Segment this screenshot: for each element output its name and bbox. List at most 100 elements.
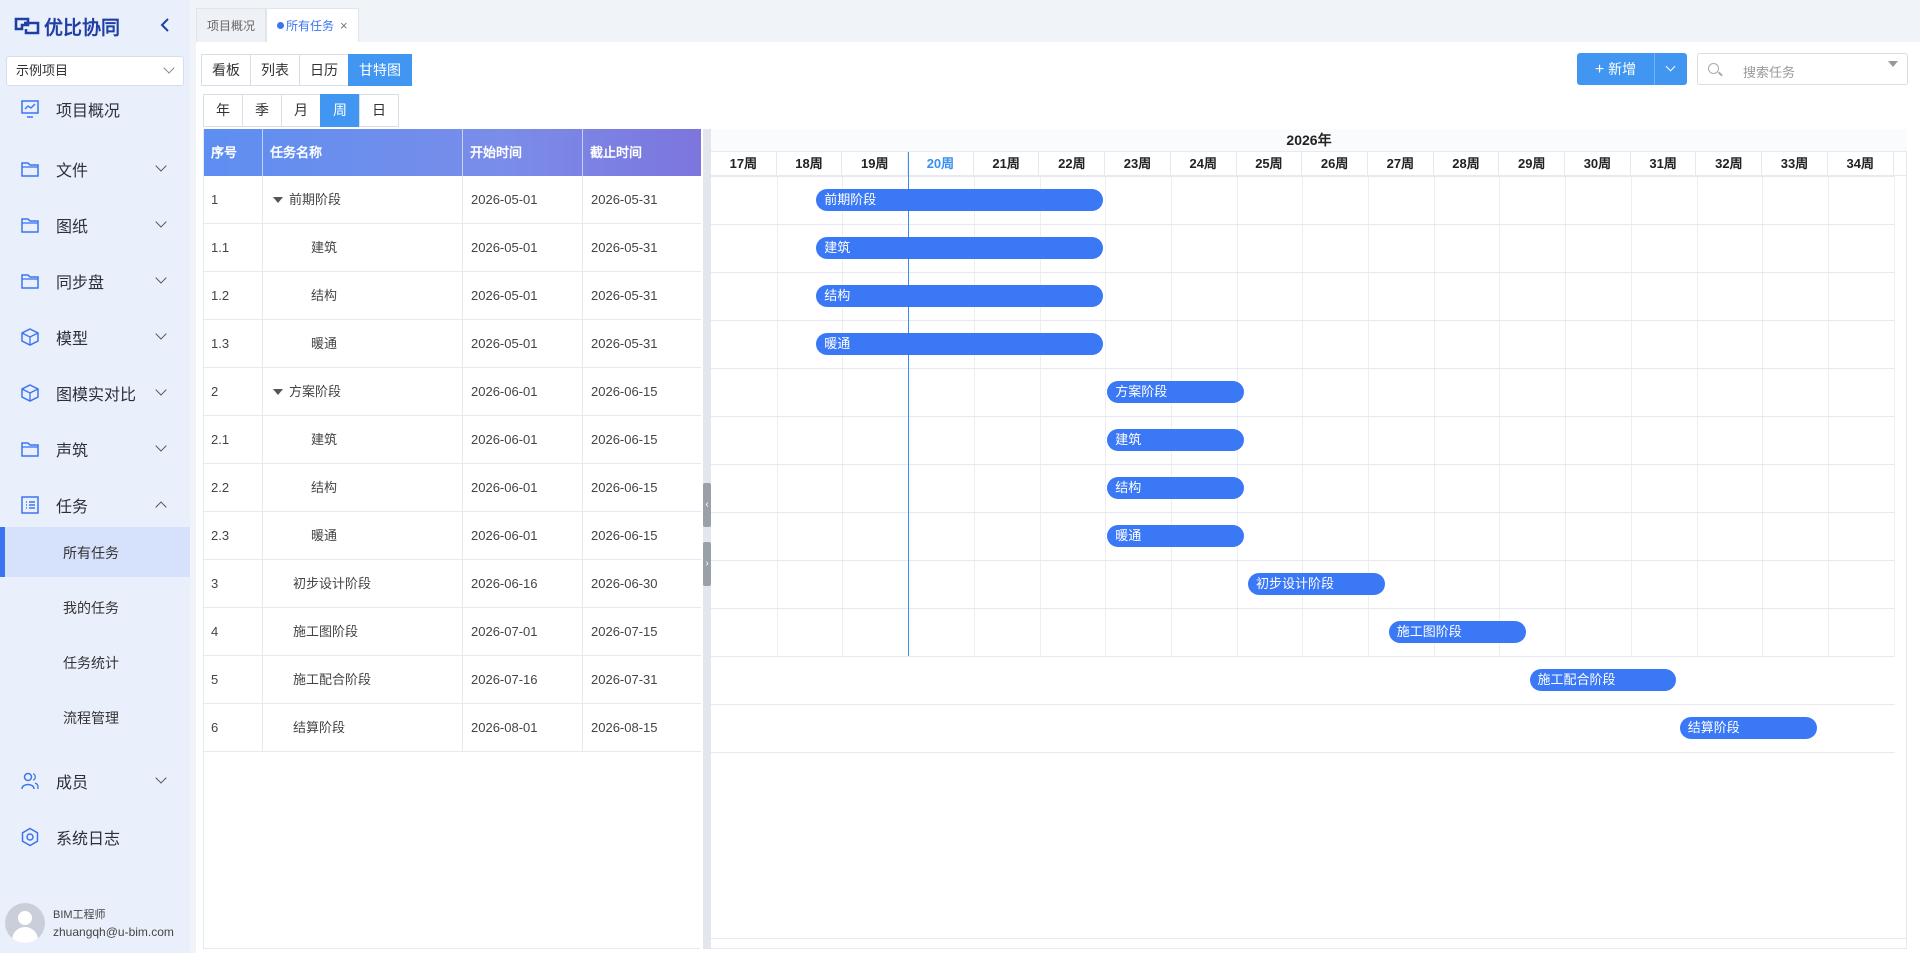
table-row[interactable]: 2.3 暖通 2026-06-01 2026-06-15 (204, 512, 701, 560)
gantt-week-label: 18周 (777, 152, 843, 176)
sidebar-item-project-overview[interactable]: 项目概况 (0, 89, 190, 129)
cell-index-text: 1.3 (211, 336, 230, 351)
cell-end-date: 2026-08-15 (583, 704, 701, 752)
table-row[interactable]: 1.1 建筑 2026-05-01 2026-05-31 (204, 224, 701, 272)
table-row[interactable]: 1.2 结构 2026-05-01 2026-05-31 (204, 272, 701, 320)
column-header[interactable]: 开始时间 (463, 129, 583, 176)
column-header[interactable]: 截止时间 (583, 129, 701, 176)
column-header[interactable]: 任务名称 (263, 129, 463, 176)
cell-end-date-text: 2026-06-30 (591, 576, 658, 591)
sidebar-subitem-workflow-management[interactable]: 流程管理 (0, 692, 190, 742)
gantt-bar[interactable]: 初步设计阶段 (1247, 573, 1385, 595)
sidebar-subitem-all-tasks[interactable]: 所有任务 (0, 527, 190, 577)
scale-week-button[interactable]: 周 (320, 94, 360, 127)
scale-year-button[interactable]: 年 (203, 94, 243, 127)
sidebar-item-label: 同步盘 (56, 275, 105, 292)
caret-down-icon[interactable] (1888, 61, 1898, 67)
sidebar-item-members[interactable]: 成员 (0, 761, 190, 801)
column-header[interactable]: 序号 (204, 129, 263, 176)
expand-right-icon[interactable]: › (703, 542, 711, 586)
gantt-bar[interactable]: 结构 (816, 285, 1104, 307)
gantt-bar[interactable]: 建筑 (816, 237, 1104, 259)
sidebar-item-sound[interactable]: 声筑 (0, 429, 190, 469)
cell-task-name: 施工图阶段 (263, 608, 463, 656)
cell-task-name: 暖通 (263, 320, 463, 368)
sidebar-item-label: 系统日志 (56, 831, 121, 848)
gantt-bar[interactable]: 建筑 (1107, 429, 1244, 451)
hexagon-gear-icon (20, 827, 40, 847)
search-input[interactable]: 搜索任务 (1697, 53, 1908, 85)
cell-end-date-text: 2026-08-15 (591, 720, 658, 735)
time-scale-switcher: 年季月周日 (203, 94, 399, 127)
sidebar-subitem-my-tasks[interactable]: 我的任务 (0, 582, 190, 632)
tab-project-overview[interactable]: 项目概况 (196, 8, 267, 42)
cell-start-date: 2026-07-16 (463, 656, 583, 704)
caret-down-icon[interactable] (273, 197, 283, 203)
chevron-down-icon (1665, 61, 1676, 72)
gantt-bar[interactable]: 结构 (1107, 477, 1244, 499)
cell-start-date-text: 2026-05-01 (471, 240, 538, 255)
sidebar-subitem-task-stats[interactable]: 任务统计 (0, 637, 190, 687)
sidebar-subitem-label: 流程管理 (63, 710, 119, 726)
project-select[interactable]: 示例项目 (6, 56, 184, 86)
cell-index: 6 (204, 704, 263, 752)
cell-end-date: 2026-05-31 (583, 320, 701, 368)
table-row[interactable]: 1.3 暖通 2026-05-01 2026-05-31 (204, 320, 701, 368)
gantt-bar[interactable]: 方案阶段 (1107, 381, 1244, 403)
table-row[interactable]: 6 结算阶段 2026-08-01 2026-08-15 (204, 704, 701, 752)
table-row[interactable]: 2.2 结构 2026-06-01 2026-06-15 (204, 464, 701, 512)
table-row[interactable]: 5 施工配合阶段 2026-07-16 2026-07-31 (204, 656, 701, 704)
gantt-bar[interactable]: 结算阶段 (1679, 717, 1817, 739)
cell-end-date: 2026-06-30 (583, 560, 701, 608)
cube-icon (20, 383, 40, 403)
app-logo[interactable]: 优比协同 (14, 14, 120, 39)
today-line (908, 152, 910, 656)
cell-start-date: 2026-06-01 (463, 512, 583, 560)
user-profile[interactable]: BIM工程师 zhuangqh@u-bim.com (5, 902, 185, 944)
gantt-bar[interactable]: 施工图阶段 (1388, 621, 1526, 643)
view-kanban-button[interactable]: 看板 (201, 54, 251, 86)
cell-task-name-text: 建筑 (311, 240, 338, 255)
view-list-button[interactable]: 列表 (250, 54, 300, 86)
chevron-down-icon (155, 160, 167, 172)
sidebar: 优比协同 示例项目 项目概况文件图纸同步盘模型图模实对比声筑任务成员系统日志 所有… (0, 0, 190, 953)
gantt-bar[interactable]: 前期阶段 (816, 189, 1104, 211)
view-gantt-button[interactable]: 甘特图 (348, 54, 412, 86)
caret-down-icon[interactable] (273, 389, 283, 395)
cell-index-text: 2 (211, 384, 219, 399)
collapse-left-icon[interactable]: ‹ (703, 483, 711, 527)
sidebar-item-drawings[interactable]: 图纸 (0, 205, 190, 245)
gantt-bar[interactable]: 暖通 (816, 333, 1104, 355)
folder-icon (20, 271, 40, 291)
table-row[interactable]: 2.1 建筑 2026-06-01 2026-06-15 (204, 416, 701, 464)
gantt-bar[interactable]: 施工配合阶段 (1529, 669, 1676, 691)
table-row[interactable]: 2 方案阶段 2026-06-01 2026-06-15 (204, 368, 701, 416)
view-calendar-button[interactable]: 日历 (299, 54, 349, 86)
sidebar-item-sync-drive[interactable]: 同步盘 (0, 261, 190, 301)
sidebar-item-system-log[interactable]: 系统日志 (0, 817, 190, 857)
scale-quarter-button[interactable]: 季 (242, 94, 282, 127)
table-row[interactable]: 4 施工图阶段 2026-07-01 2026-07-15 (204, 608, 701, 656)
add-task-button[interactable]: + 新增 (1577, 53, 1655, 85)
cell-task-name: 结构 (263, 464, 463, 512)
task-table: 序号 任务名称 开始时间 截止时间 1 前期阶段 2026-05-01 2026-05… (203, 129, 701, 949)
close-icon[interactable]: × (340, 18, 348, 33)
cell-index-text: 5 (211, 672, 219, 687)
sidebar-item-models[interactable]: 模型 (0, 317, 190, 357)
scale-month-button[interactable]: 月 (281, 94, 321, 127)
table-row[interactable]: 1 前期阶段 2026-05-01 2026-05-31 (204, 176, 701, 224)
sidebar-item-tasks[interactable]: 任务 (0, 485, 190, 525)
tab-all-tasks[interactable]: 所有任务 × (266, 8, 359, 42)
gantt-week-label: 31周 (1631, 152, 1697, 176)
sidebar-item-files[interactable]: 文件 (0, 149, 190, 189)
cell-end-date-text: 2026-05-31 (591, 192, 658, 207)
cell-start-date: 2026-07-01 (463, 608, 583, 656)
cell-end-date-text: 2026-06-15 (591, 528, 658, 543)
collapse-sidebar-icon[interactable] (157, 15, 173, 35)
panel-splitter[interactable] (703, 129, 711, 949)
gantt-bar[interactable]: 暖通 (1107, 525, 1244, 547)
table-row[interactable]: 3 初步设计阶段 2026-06-16 2026-06-30 (204, 560, 701, 608)
sidebar-item-drawing-model-compare[interactable]: 图模实对比 (0, 373, 190, 413)
add-dropdown-button[interactable] (1655, 53, 1687, 85)
scale-day-button[interactable]: 日 (359, 94, 399, 127)
